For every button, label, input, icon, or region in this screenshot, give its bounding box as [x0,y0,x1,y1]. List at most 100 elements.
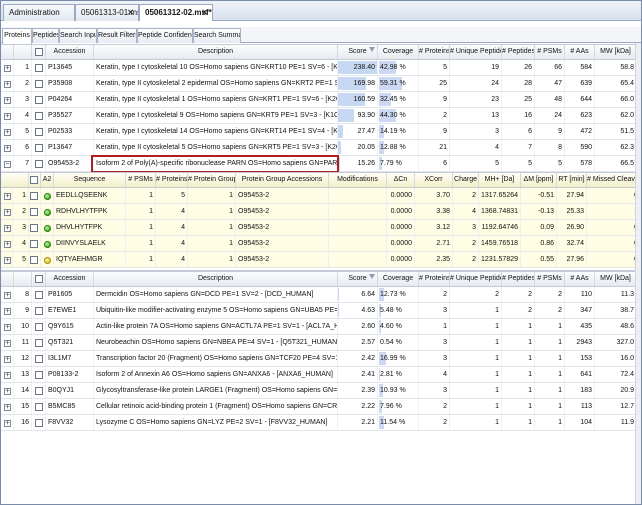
close-tab-icon[interactable]: ✕ [127,5,134,20]
column-header-mw[interactable]: MW [kDa] [595,272,637,286]
row-checkbox[interactable] [35,143,43,152]
peptide-column-header-accessions[interactable]: Protein Group Accessions [236,173,329,187]
row-checkbox[interactable] [35,418,43,427]
peptide-column-header-mh[interactable]: MH+ [Da] [479,173,521,187]
select-all-peptides-checkbox[interactable] [30,176,38,184]
peptide-checkbox[interactable] [30,223,38,232]
expand-row-icon[interactable]: − [4,160,11,168]
column-header-mw[interactable]: MW [kDa] [595,45,637,59]
expand-row-icon[interactable]: + [4,355,11,363]
expand-peptide-icon[interactable]: + [4,256,11,264]
peptide-checkbox[interactable] [30,191,38,200]
protein-row[interactable]: +6 P13647 Keratin, type II cytoskeletal 5 … [1,140,641,156]
expand-peptide-icon[interactable]: + [4,208,11,216]
expand-row-icon[interactable]: + [4,96,11,104]
tab-result-filters[interactable]: Result Filters [97,28,137,43]
peptide-cell-check[interactable] [29,188,41,203]
filter-icon[interactable] [369,274,375,279]
filter-icon[interactable] [369,47,375,52]
row-checkbox[interactable] [35,79,43,88]
expand-row-icon[interactable]: + [4,64,11,72]
column-header-description[interactable]: Description [94,272,338,286]
expand-peptide-icon[interactable]: + [4,192,11,200]
cell-expander[interactable]: + [1,60,14,75]
expand-row-icon[interactable]: + [4,112,11,120]
protein-row[interactable]: +13 P08133-2 Isoform 2 of Annexin A6 OS=Ho… [1,367,641,383]
peptide-cell-check[interactable] [29,236,41,251]
row-checkbox[interactable] [35,127,43,136]
expand-row-icon[interactable]: + [4,144,11,152]
expand-row-icon[interactable]: + [4,323,11,331]
cell-check[interactable] [32,156,46,171]
column-header-psms[interactable]: # PSMs [535,272,565,286]
cell-expander[interactable]: + [1,92,14,107]
cell-expander[interactable]: + [1,76,14,91]
cell-expander[interactable]: + [1,383,14,398]
protein-row[interactable]: +16 F8VV32 Lysozyme C OS=Homo sapiens GN=L… [1,415,641,431]
column-header-psms[interactable]: # PSMs [535,45,565,59]
row-checkbox[interactable] [35,111,43,120]
cell-check[interactable] [32,287,46,302]
column-header-score[interactable]: Score [338,272,378,286]
protein-row[interactable]: +8 P81605 Dermcidin OS=Homo sapiens GN=DCD… [1,287,641,303]
tab-search-summary[interactable]: Search Summary [193,28,241,43]
column-header-proteins[interactable]: # Proteins [419,45,450,59]
doc-tab-2[interactable]: 05061312-02.msf* ✕ [139,4,213,21]
vertical-scrollbar[interactable] [635,43,641,504]
tab-peptide-confidence[interactable]: Peptide Confidence [137,28,193,43]
peptide-checkbox[interactable] [30,239,38,248]
select-all-checkbox[interactable] [35,275,43,283]
expand-row-icon[interactable]: + [4,128,11,136]
row-checkbox[interactable] [35,322,43,331]
column-header-description[interactable]: Description [94,45,338,59]
protein-row[interactable]: +5 P02533 Keratin, type I cytoskeletal 14 … [1,124,641,140]
cell-check[interactable] [32,140,46,155]
protein-row[interactable]: +10 Q9Y615 Actin-like protein 7A OS=Homo s… [1,319,641,335]
peptide-row[interactable]: +5 IQTYAEHMGR 1 4 1 O95453-2 0.0000 2.35 2 1231.5… [1,252,641,268]
peptide-column-header-psms[interactable]: # PSMs [126,173,156,187]
cell-check[interactable] [32,335,46,350]
expand-row-icon[interactable]: + [4,339,11,347]
column-header-proteins[interactable]: # Proteins [419,272,450,286]
cell-check[interactable] [32,60,46,75]
column-header-coverage[interactable]: Coverage [378,45,419,59]
peptide-row[interactable]: +2 RDHVLHYTFPK 1 4 1 O95453-2 0.0000 3.38 4 1368.… [1,204,641,220]
peptide-column-header-proteins[interactable]: # Proteins [156,173,188,187]
column-header-aas[interactable]: # AAs [565,272,595,286]
protein-row[interactable]: +15 B5MC85 Cellular retinoic acid-binding … [1,399,641,415]
peptide-column-header-dcn[interactable]: ΔCn [387,173,415,187]
protein-row[interactable]: +12 I3L1M7 Transcription factor 20 (Fragme… [1,351,641,367]
cell-check[interactable] [32,399,46,414]
row-checkbox[interactable] [35,370,43,379]
column-header-score[interactable]: Score [338,45,378,59]
expand-row-icon[interactable]: + [4,291,11,299]
peptide-cell-check[interactable] [29,204,41,219]
row-checkbox[interactable] [35,354,43,363]
peptide-column-header-rt[interactable]: RT [min] [557,173,587,187]
column-header-accession[interactable]: Accession [46,272,94,286]
expand-peptide-icon[interactable]: + [4,240,11,248]
cell-expander[interactable]: + [1,319,14,334]
row-checkbox[interactable] [35,306,43,315]
doc-tab-0[interactable]: Administration [3,4,75,21]
tab-peptides[interactable]: Peptides [32,28,59,43]
peptide-row[interactable]: +4 DIINVYSLAELK 1 4 1 O95453-2 0.0000 2.71 2 1459… [1,236,641,252]
column-header-coverage[interactable]: Coverage [378,272,419,286]
row-checkbox[interactable] [35,290,43,299]
row-checkbox[interactable] [35,159,43,168]
row-checkbox[interactable] [35,63,43,72]
protein-row[interactable]: +14 B0QYJ1 Glycosyltransferase-like protei… [1,383,641,399]
column-header-unique[interactable]: # Unique Peptides [450,272,502,286]
select-all-checkbox[interactable] [35,48,43,56]
cell-check[interactable] [32,124,46,139]
peptide-checkbox[interactable] [30,207,38,216]
cell-check[interactable] [32,351,46,366]
row-checkbox[interactable] [35,338,43,347]
protein-row[interactable]: +3 P04264 Keratin, type II cytoskeletal 1 … [1,92,641,108]
peptide-column-header-mods[interactable]: Modifications [329,173,387,187]
protein-row[interactable]: +9 E7EWE1 Ubiquitin-like modifier-activati… [1,303,641,319]
peptide-row[interactable]: +3 DHVLHYTFPK 1 4 1 O95453-2 0.0000 3.12 3 1192.6… [1,220,641,236]
peptide-column-header-sequence[interactable]: Sequence [54,173,126,187]
cell-expander[interactable]: + [1,351,14,366]
cell-expander[interactable]: + [1,335,14,350]
